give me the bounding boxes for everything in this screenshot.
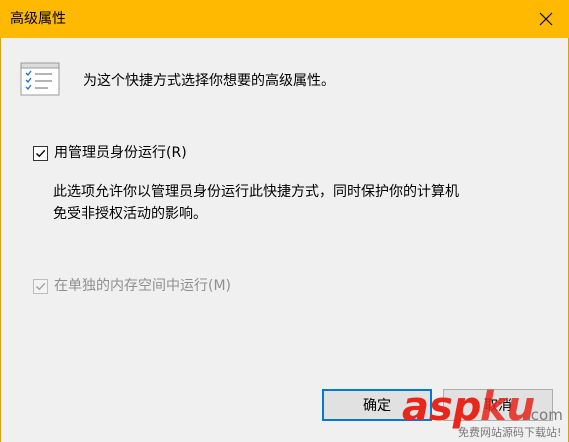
close-button[interactable]	[523, 0, 569, 38]
separate-memory-checkbox-row: 在单独的内存空间中运行(M)	[33, 277, 231, 295]
description-line-2: 免受非授权活动的影响。	[53, 206, 207, 222]
svg-text:免费网站源码下载站!: 免费网站源码下载站!	[458, 425, 561, 439]
svg-text:asp: asp	[402, 384, 481, 430]
run-as-admin-checkbox[interactable]	[33, 145, 48, 161]
header-text: 为这个快捷方式选择你想要的高级属性。	[83, 73, 335, 89]
run-as-admin-description: 此选项允许你以管理员身份运行此快捷方式，同时保护你的计算机 免受非授权活动的影响…	[53, 181, 523, 225]
checkmark-icon	[36, 149, 46, 157]
svg-text:.com: .com	[526, 406, 563, 424]
run-as-admin-label: 用管理员身份运行(R)	[54, 145, 187, 161]
aspku-watermark-logo: asp ku .com 免费网站源码下载站!	[402, 384, 563, 439]
title-bar: 高级属性	[0, 0, 569, 38]
close-icon	[539, 12, 553, 26]
description-line-1: 此选项允许你以管理员身份运行此快捷方式，同时保护你的计算机	[53, 184, 459, 200]
run-as-admin-checkbox-row[interactable]: 用管理员身份运行(R)	[33, 144, 187, 162]
properties-list-icon	[20, 62, 60, 96]
checkmark-icon	[36, 282, 46, 290]
separate-memory-checkbox	[33, 278, 48, 294]
window-title: 高级属性	[10, 11, 66, 27]
separate-memory-label: 在单独的内存空间中运行(M)	[54, 278, 232, 294]
